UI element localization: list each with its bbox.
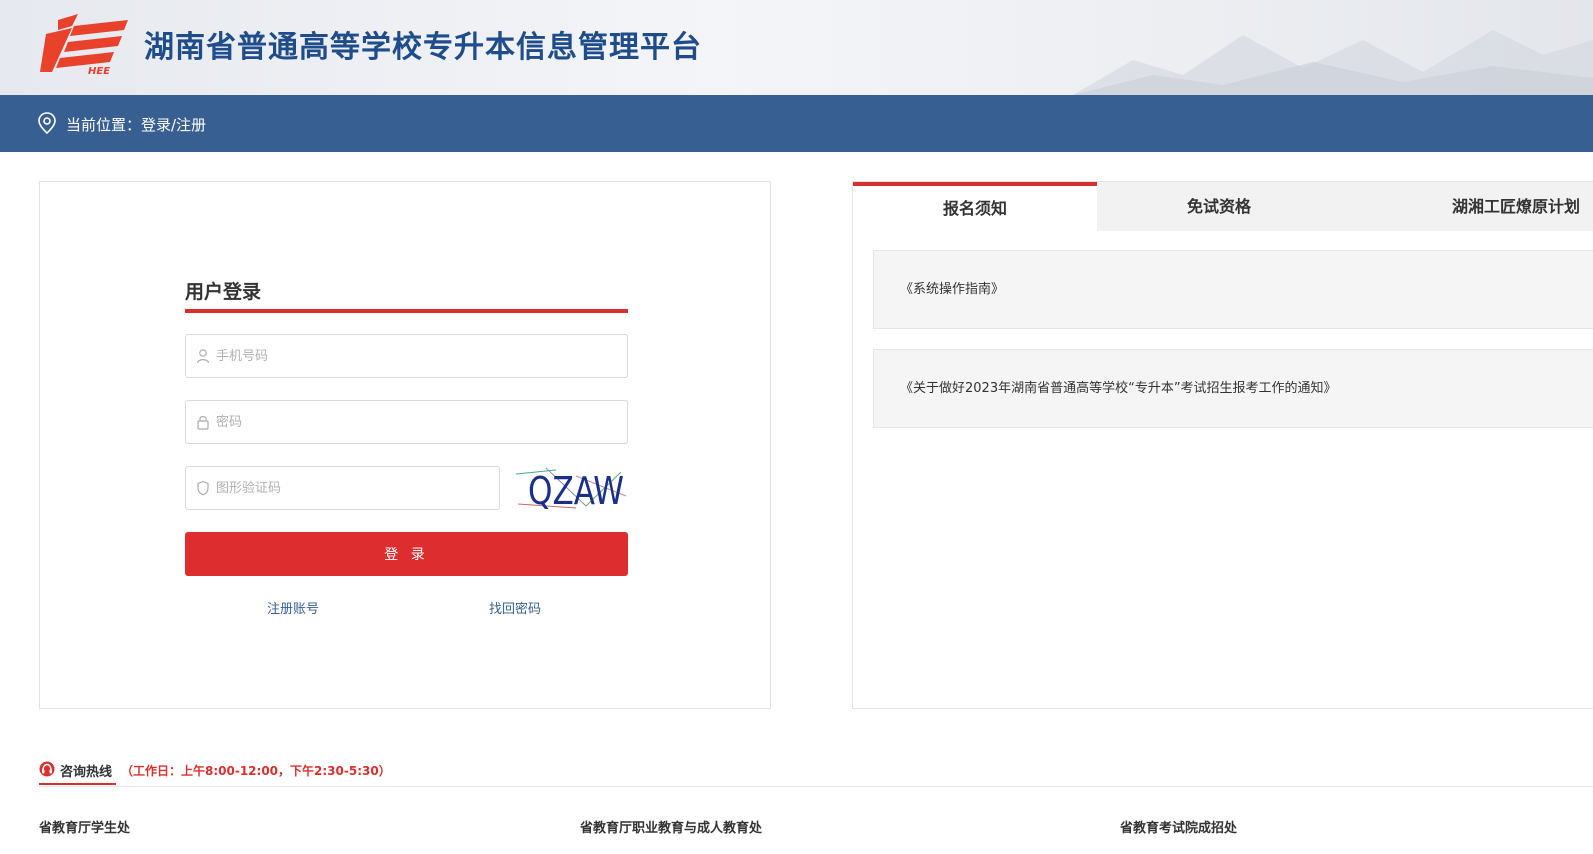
login-button[interactable]: 登 录 [185,532,628,576]
shield-icon [197,480,209,496]
footer-divider [39,786,1593,787]
tab-registration-notice[interactable]: 报名须知 [853,182,1097,231]
location-pin-icon [38,112,56,134]
login-panel: 用户登录 QZAW 登 录 注册账号 找回密码 [39,181,771,709]
hotline-label: 咨询热线 [60,765,113,780]
notice-item[interactable]: 《关于做好2023年湖南省普通高等学校“专升本”考试招生报考工作的通知》 [873,349,1593,428]
hotline-icon [39,761,55,777]
lock-icon [197,416,209,430]
captcha-field[interactable] [185,466,500,510]
login-title-underline [185,309,628,313]
password-field[interactable] [185,400,628,444]
register-link[interactable]: 注册账号 [267,598,319,617]
notice-tabs: 报名须知 免试资格 湖湘工匠燎原计划 [853,182,1593,231]
tab-craftsman-plan[interactable]: 湖湘工匠燎原计划 [1341,182,1593,231]
notice-item[interactable]: 《系统操作指南》 [873,250,1593,329]
site-title: 湖南省普通高等学校专升本信息管理平台 [144,30,702,65]
breadcrumb: 当前位置：登录/注册 [66,116,207,134]
user-icon [196,349,210,364]
phone-field[interactable] [185,334,628,378]
hotline-hours: （工作日：上午8:00-12:00，下午2:30-5:30） [121,764,391,778]
hee-logo: HEE [40,14,128,76]
breadcrumb-bar: 当前位置：登录/注册 [0,95,1593,152]
site-header: HEE 湖南省普通高等学校专升本信息管理平台 [0,0,1593,95]
department-name: 省教育考试院成招处 [1120,821,1238,836]
tab-exemption[interactable]: 免试资格 [1097,182,1341,231]
captcha-input[interactable] [216,467,489,509]
password-input[interactable] [216,401,617,443]
recover-password-link[interactable]: 找回密码 [489,598,541,617]
logo-text: HEE [88,66,110,76]
captcha-image[interactable]: QZAW [516,466,628,510]
login-title: 用户登录 [185,281,262,303]
phone-input[interactable] [216,335,617,377]
department-name: 省教育厅职业教育与成人教育处 [580,821,763,836]
captcha-text: QZAW [528,469,624,510]
landscape-background [1073,30,1593,95]
hotline-underline [39,783,116,785]
notice-panel: 报名须知 免试资格 湖湘工匠燎原计划 《系统操作指南》 《关于做好2023年湖南… [852,181,1593,709]
department-name: 省教育厅学生处 [39,821,131,836]
